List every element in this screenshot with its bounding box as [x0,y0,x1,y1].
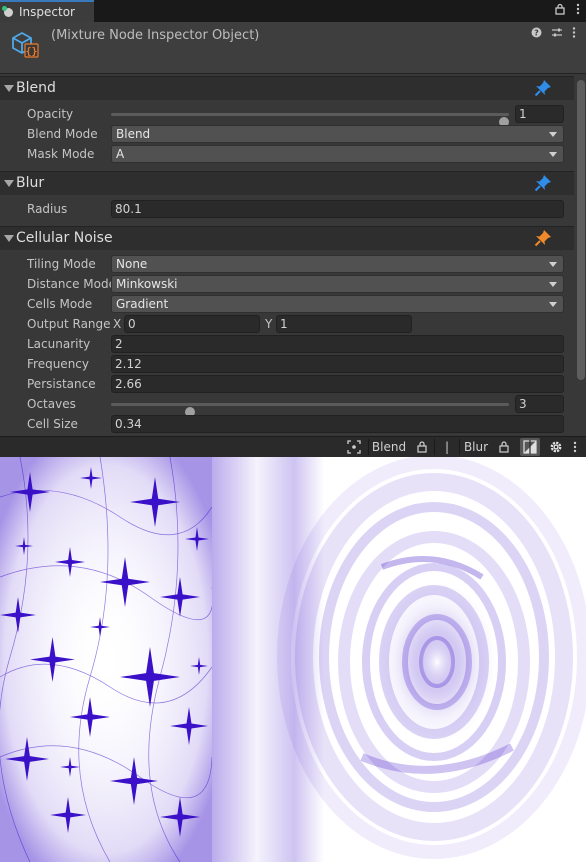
inspector-title: (Mixture Node Inspector Object) [51,28,260,43]
blur-node-button[interactable]: Blur [462,438,490,456]
pin-icon[interactable] [534,79,552,97]
caret-down-icon [549,152,557,157]
field-label: Lacunarity [27,337,91,351]
compare-icon[interactable] [520,438,540,456]
svg-text:{}: {} [25,47,37,58]
field-label: Output Range [27,317,111,331]
cell-size-input[interactable]: 0.34 [111,415,564,433]
caret-down-icon [549,262,557,267]
divider [434,439,435,455]
preview-toolbar: Blend | Blur [0,436,586,457]
help-icon[interactable]: ? [531,27,542,41]
tab-label: Inspector [19,5,75,19]
row-tiling-mode: Tiling Mode None [0,254,574,274]
opacity-slider[interactable] [111,113,509,127]
section-blur[interactable]: Blur [0,171,574,195]
section-title: Cellular Noise [16,230,113,246]
inspector-icon [2,5,13,17]
caret-down-icon [549,132,557,137]
svg-text:?: ? [534,29,539,38]
more-icon[interactable] [570,438,580,456]
menu-icon[interactable] [576,3,580,18]
field-label: Distance Mode [27,277,111,291]
octaves-slider[interactable] [111,403,509,417]
octaves-input[interactable]: 3 [515,395,564,413]
blend-node-button[interactable]: Blend [370,438,408,456]
foldout-arrow-icon[interactable] [4,85,14,92]
field-label: Tiling Mode [27,257,96,271]
dropdown-value: Blend [116,127,151,141]
row-cells-mode: Cells Mode Gradient [0,294,574,314]
opacity-input[interactable]: 1 [515,105,564,123]
field-label: Frequency [27,357,89,371]
more-icon[interactable] [572,27,576,41]
scrollbar[interactable] [577,80,585,380]
inspector-content: Blend Opacity 1 Blend Mode Blend Mask Mo… [0,74,586,436]
blend-mode-dropdown[interactable]: Blend [111,125,564,143]
settings-sliders-icon[interactable] [551,27,563,41]
caret-down-icon [549,282,557,287]
row-blend-mode: Blend Mode Blend [0,124,574,144]
row-octaves: Octaves 3 [0,394,574,417]
field-label: Blend Mode [27,127,98,141]
foldout-arrow-icon[interactable] [4,180,14,187]
row-radius: Radius 80.1 [0,199,574,219]
frequency-input[interactable]: 2.12 [111,355,564,373]
foldout-arrow-icon[interactable] [4,235,14,242]
divider [368,439,369,455]
row-output-range: Output Range X 0 Y 1 [0,314,574,334]
section-cellular-noise[interactable]: Cellular Noise [0,226,574,250]
distance-mode-dropdown[interactable]: Minkowski [111,275,564,293]
dropdown-value: A [116,147,125,161]
row-mask-mode: Mask Mode A [0,144,574,164]
lacunarity-input[interactable]: 2 [111,335,564,353]
dropdown-value: Minkowski [116,277,178,291]
mixture-node-icon: {} [12,31,39,58]
x-axis-label: X [113,317,122,331]
dropdown-value: None [116,257,148,271]
pin-icon[interactable] [534,174,552,192]
caret-down-icon [549,302,557,307]
output-range-x-input[interactable]: 0 [124,315,260,333]
y-axis-label: Y [265,317,273,331]
pin-icon[interactable] [534,229,552,247]
field-label: Cells Mode [27,297,93,311]
field-label: Opacity [27,107,74,121]
lock-icon[interactable] [554,3,566,18]
field-label: Mask Mode [27,147,95,161]
texture-preview[interactable] [0,457,586,862]
radius-input[interactable]: 80.1 [111,200,564,218]
row-opacity: Opacity 1 [0,104,574,127]
inspector-header: {} (Mixture Node Inspector Object) ? [0,22,586,74]
cellular-noise-preview-image [0,457,212,862]
persistance-input[interactable]: 2.66 [111,375,564,393]
gear-icon[interactable] [547,438,565,456]
row-frequency: Frequency 2.12 [0,354,574,374]
field-label: Octaves [27,397,76,411]
section-title: Blend [16,80,56,96]
row-lacunarity: Lacunarity 2 [0,334,574,354]
dropdown-value: Gradient [116,297,169,311]
field-label: Cell Size [27,417,78,431]
mask-mode-dropdown[interactable]: A [111,145,564,163]
section-title: Blur [16,175,45,191]
blur-preview-image [212,457,586,862]
tab-bar: Inspector [0,0,586,22]
cells-mode-dropdown[interactable]: Gradient [111,295,564,313]
field-label: Radius [27,202,68,216]
lock-icon[interactable] [495,438,513,456]
lock-icon[interactable] [413,438,431,456]
field-label: Persistance [27,377,96,391]
divider-label: | [444,440,450,454]
row-cell-size: Cell Size 0.34 [0,414,574,434]
tab-inspector[interactable]: Inspector [0,0,94,22]
output-range-y-input[interactable]: 1 [276,315,412,333]
divider [459,439,460,455]
row-persistance: Persistance 2.66 [0,374,574,394]
frame-icon[interactable] [343,438,365,456]
row-distance-mode: Distance Mode Minkowski [0,274,574,294]
section-blend[interactable]: Blend [0,76,574,100]
tiling-mode-dropdown[interactable]: None [111,255,564,273]
